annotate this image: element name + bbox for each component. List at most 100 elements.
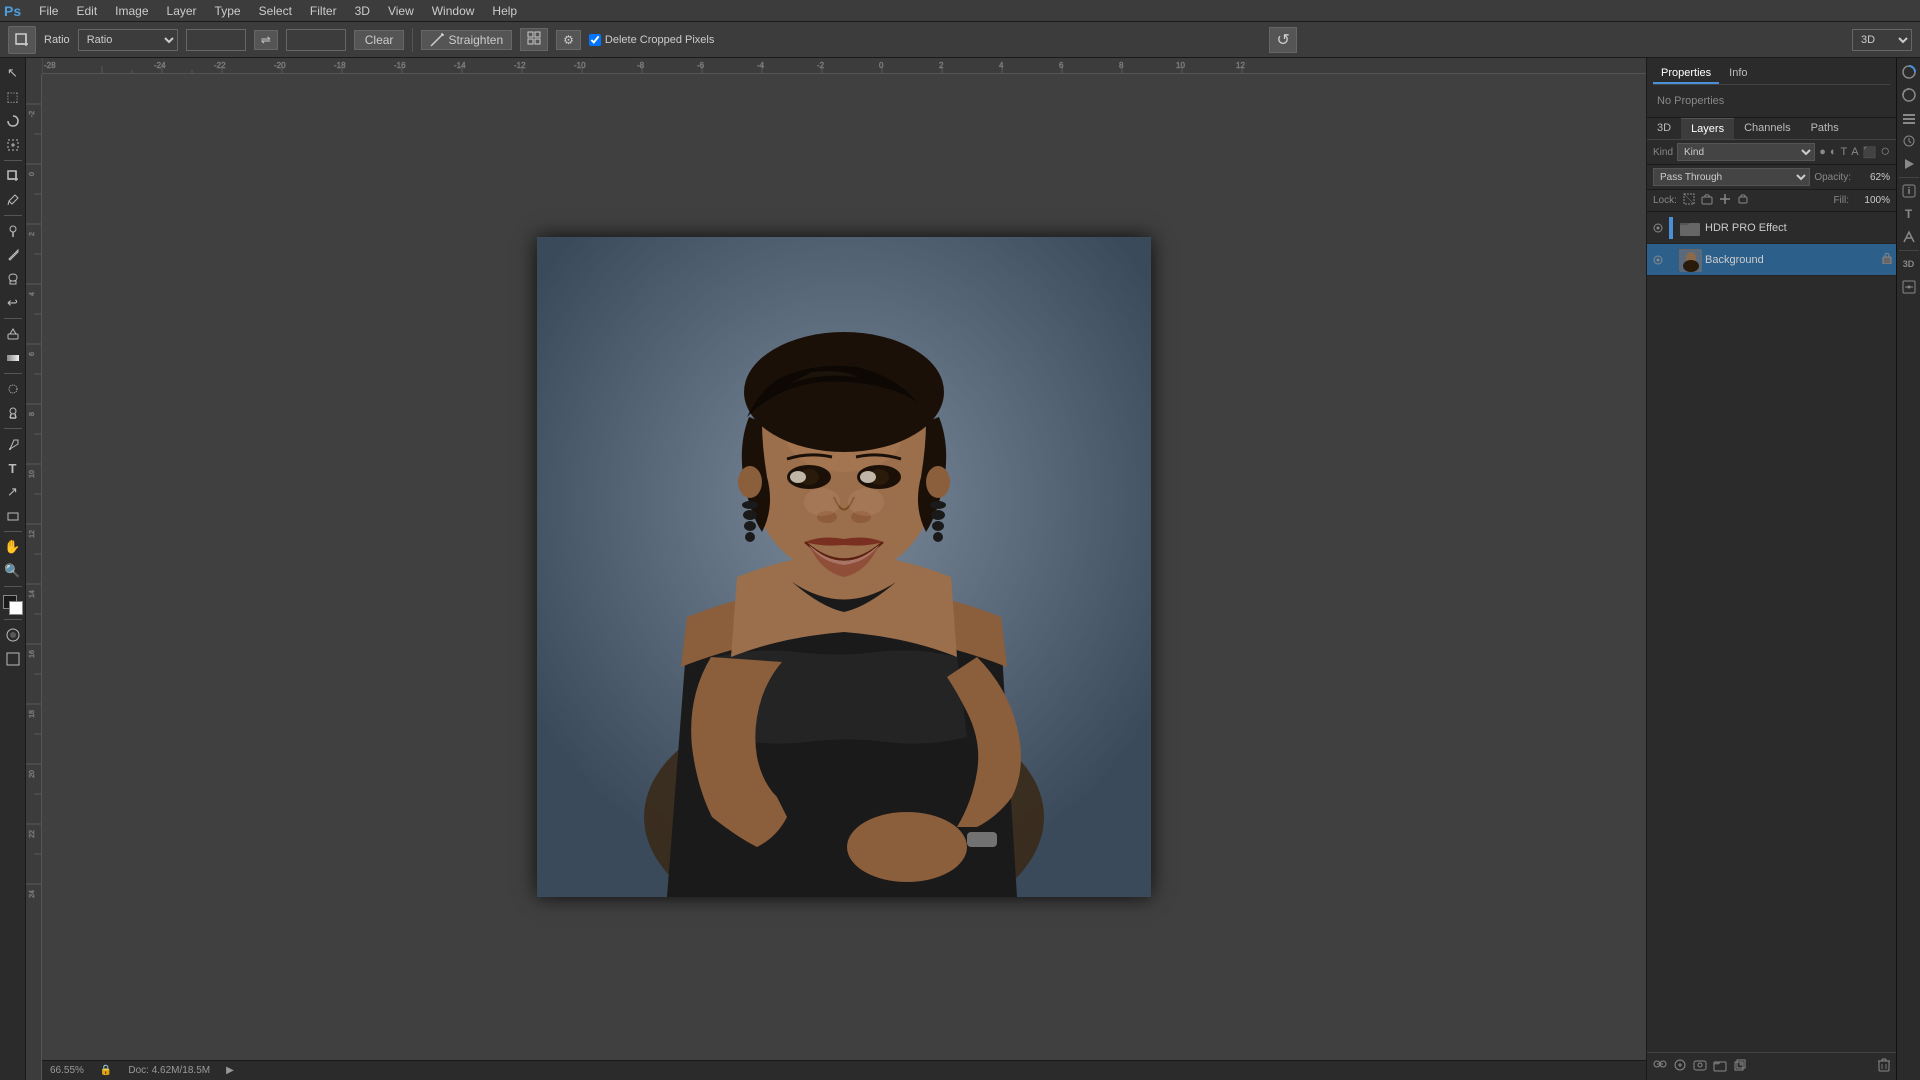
svg-text:0: 0: [879, 61, 884, 70]
blend-mode-select[interactable]: Pass Through Normal Dissolve Multiply Sc…: [1653, 168, 1810, 186]
menu-view[interactable]: View: [380, 2, 422, 20]
new-layer-btn[interactable]: [1733, 1058, 1747, 1075]
screen-mode-button[interactable]: [2, 648, 24, 670]
layer-lock-bg: [1882, 252, 1892, 267]
quick-mask-button[interactable]: [2, 624, 24, 646]
delete-layer-btn[interactable]: [1878, 1058, 1890, 1075]
shape-tool[interactable]: [2, 505, 24, 527]
fill-value[interactable]: 100%: [1855, 195, 1890, 206]
filter-pixel-icon[interactable]: ●: [1819, 146, 1826, 158]
marquee-tool[interactable]: ⬚: [2, 86, 24, 108]
menu-select[interactable]: Select: [251, 2, 300, 20]
timeline-panel-btn[interactable]: [1899, 277, 1919, 297]
eraser-tool[interactable]: [2, 323, 24, 345]
link-layers-btn[interactable]: [1653, 1057, 1667, 1076]
tab-layers[interactable]: Layers: [1681, 118, 1734, 139]
filter-select[interactable]: Kind Name Effect Mode Attribute Color Sm…: [1677, 143, 1815, 161]
menu-help[interactable]: Help: [484, 2, 525, 20]
history-brush-tool[interactable]: ↩: [2, 292, 24, 314]
view-select[interactable]: 3D 1 Up 2 Up: [1852, 29, 1912, 51]
blur-tool[interactable]: [2, 378, 24, 400]
svg-text:-12: -12: [514, 61, 526, 70]
history-panel-btn[interactable]: [1899, 131, 1919, 151]
layer-visibility-hdr[interactable]: [1651, 221, 1665, 235]
filter-type-icon[interactable]: T: [1841, 146, 1848, 158]
clear-button[interactable]: Clear: [354, 30, 405, 50]
grid-button[interactable]: [520, 28, 548, 51]
tab-info[interactable]: Info: [1721, 64, 1755, 84]
eyedropper-tool[interactable]: [2, 189, 24, 211]
menu-type[interactable]: Type: [207, 2, 249, 20]
style-panel-btn[interactable]: [1899, 227, 1919, 247]
svg-text:-10: -10: [574, 61, 586, 70]
add-style-btn[interactable]: [1673, 1058, 1687, 1075]
object-selection-tool[interactable]: [2, 134, 24, 156]
tab-paths[interactable]: Paths: [1801, 118, 1849, 139]
opacity-value[interactable]: 62%: [1855, 172, 1890, 183]
brush-tool[interactable]: [2, 244, 24, 266]
height-input[interactable]: [286, 29, 346, 51]
straighten-button[interactable]: Straighten: [421, 30, 512, 50]
char-panel-btn[interactable]: T: [1899, 204, 1919, 224]
hand-tool[interactable]: ✋: [2, 536, 24, 558]
menu-layer[interactable]: Layer: [159, 2, 205, 20]
ruler-vertical: -2 0 2 4 6 8: [26, 74, 42, 1080]
tab-3d[interactable]: 3D: [1647, 118, 1681, 139]
swap-button[interactable]: ⇌: [254, 30, 278, 50]
zoom-tool[interactable]: 🔍: [2, 560, 24, 582]
lock-image-icon[interactable]: [1701, 193, 1713, 208]
info-panel-btn[interactable]: [1899, 181, 1919, 201]
pen-tool[interactable]: [2, 433, 24, 455]
layer-visibility-bg[interactable]: [1651, 253, 1665, 267]
menu-image[interactable]: Image: [107, 2, 156, 20]
lock-position-icon[interactable]: [1719, 193, 1731, 208]
svg-text:8: 8: [1119, 61, 1124, 70]
color-picker-panel-btn[interactable]: [1899, 62, 1919, 82]
filter-toggle[interactable]: ○: [1880, 143, 1890, 161]
lock-transparent-icon[interactable]: [1683, 193, 1695, 208]
menu-filter[interactable]: Filter: [302, 2, 345, 20]
stamp-tool[interactable]: [2, 268, 24, 290]
crop-tool[interactable]: [2, 165, 24, 187]
type-tool[interactable]: T: [2, 457, 24, 479]
actions-panel-btn[interactable]: [1899, 154, 1919, 174]
layer-name-bg: Background: [1705, 254, 1878, 266]
menu-edit[interactable]: Edit: [68, 2, 105, 20]
tab-properties[interactable]: Properties: [1653, 64, 1719, 84]
gradient-tool[interactable]: [2, 347, 24, 369]
settings-button[interactable]: ⚙: [556, 30, 581, 50]
ratio-select[interactable]: Ratio W x H x Resolution Original Ratio …: [78, 29, 178, 51]
tab-channels[interactable]: Channels: [1734, 118, 1800, 139]
menu-file[interactable]: File: [31, 2, 66, 20]
adjustments-panel-btn[interactable]: [1899, 85, 1919, 105]
background-color[interactable]: [9, 601, 23, 615]
layer-row-hdr[interactable]: HDR PRO Effect: [1647, 212, 1896, 244]
menu-3d[interactable]: 3D: [347, 2, 378, 20]
add-mask-btn[interactable]: [1693, 1058, 1707, 1075]
width-input[interactable]: [186, 29, 246, 51]
lock-artboards-icon[interactable]: [1737, 193, 1749, 208]
layers-panel-btn[interactable]: [1899, 108, 1919, 128]
photo-canvas[interactable]: [537, 237, 1151, 897]
new-group-btn[interactable]: [1713, 1058, 1727, 1075]
svg-text:16: 16: [29, 650, 36, 658]
3d-panel-btn[interactable]: 3D: [1899, 254, 1919, 274]
rotate-button[interactable]: ↺: [1269, 27, 1296, 53]
delete-cropped-label[interactable]: Delete Cropped Pixels: [589, 34, 714, 46]
svg-text:24: 24: [29, 890, 36, 898]
divider-2: [1899, 250, 1919, 251]
path-selection-tool[interactable]: ↗: [2, 481, 24, 503]
healing-brush-tool[interactable]: [2, 220, 24, 242]
filter-shape-icon[interactable]: A: [1851, 146, 1858, 158]
lasso-tool[interactable]: [2, 110, 24, 132]
filter-adjustment-icon[interactable]: ◐: [1830, 146, 1837, 158]
layer-row-bg[interactable]: Background: [1647, 244, 1896, 276]
filter-smartobject-icon[interactable]: ⬛: [1863, 146, 1877, 159]
dodge-tool[interactable]: [2, 402, 24, 424]
nav-arrow[interactable]: ▶: [226, 1065, 234, 1076]
layers-panel: 3D Layers Channels Paths Kind Kind Name …: [1647, 118, 1896, 1080]
crop-tool-icon[interactable]: [8, 26, 36, 54]
menu-window[interactable]: Window: [424, 2, 483, 20]
delete-cropped-checkbox[interactable]: [589, 34, 601, 46]
move-tool[interactable]: ↖: [2, 62, 24, 84]
